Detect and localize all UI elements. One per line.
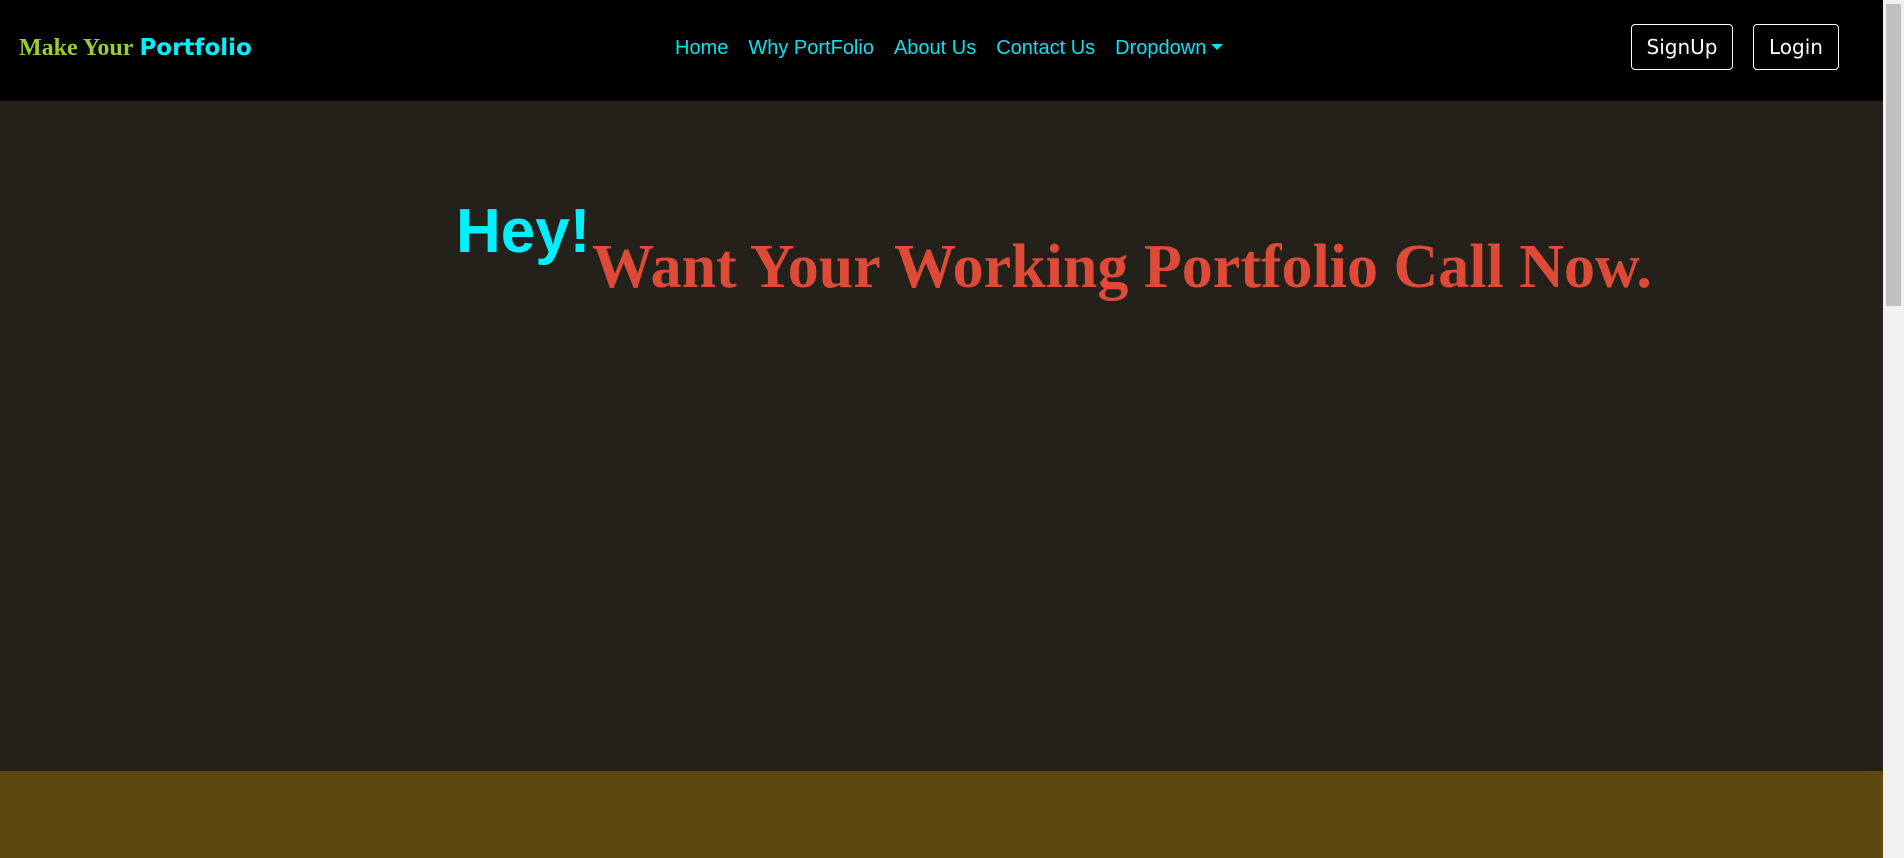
- scrollbar-thumb[interactable]: [1886, 4, 1901, 306]
- brand-text-secondary: Portfolio: [139, 35, 252, 61]
- caret-down-icon: [1211, 44, 1224, 50]
- brand-logo[interactable]: Make Your Portfolio: [19, 30, 252, 69]
- hero-greeting: Hey!: [456, 197, 591, 266]
- nav-link-about-us[interactable]: About Us: [884, 36, 986, 60]
- hero-tagline: Want Your Working Portfolio Call Now.: [592, 233, 1652, 301]
- nav-link-contact-us[interactable]: Contact Us: [986, 36, 1105, 60]
- page: Make Your Portfolio Home Why PortFolio Ab…: [0, 0, 1904, 858]
- brand-text-primary: Make Your: [19, 35, 134, 61]
- signup-button[interactable]: SignUp: [1631, 24, 1733, 70]
- nav-link-home[interactable]: Home: [665, 36, 738, 60]
- nav-link-why-portfolio[interactable]: Why PortFolio: [738, 36, 884, 60]
- hero-section: Hey! Want Your Working Portfolio Call No…: [0, 101, 1883, 771]
- nav-links: Home Why PortFolio About Us Contact Us D…: [665, 36, 1233, 60]
- nav-dropdown-toggle[interactable]: Dropdown: [1105, 36, 1233, 60]
- vertical-scrollbar[interactable]: [1883, 0, 1904, 858]
- login-button[interactable]: Login: [1753, 24, 1839, 70]
- next-section: [0, 771, 1883, 858]
- nav-dropdown-label: Dropdown: [1115, 37, 1207, 59]
- navbar: Make Your Portfolio Home Why PortFolio Ab…: [0, 0, 1883, 101]
